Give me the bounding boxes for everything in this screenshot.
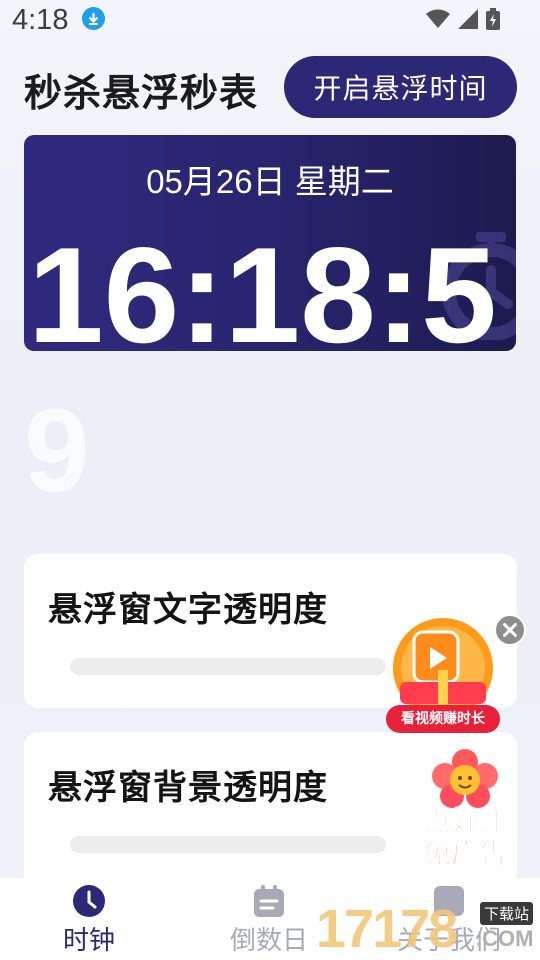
watch-video-label: 看视频赚时长 <box>401 711 485 727</box>
background-opacity-slider[interactable] <box>70 836 386 853</box>
tab-clock-label: 时钟 <box>62 926 115 956</box>
clock-date: 05月26日 星期二 <box>146 163 394 200</box>
good-review-ad[interactable]: 点好评 免广告 <box>416 748 514 872</box>
review-line-1: 点好评 <box>422 805 507 838</box>
tab-countdown-label: 倒数日 <box>229 926 308 956</box>
wifi-icon <box>426 9 450 28</box>
status-icons <box>426 8 500 30</box>
review-line-2: 免广告 <box>422 837 507 870</box>
close-icon <box>503 623 517 637</box>
watch-video-ad[interactable]: 看视频赚时长 <box>386 614 500 736</box>
watermark-tag: 下载站 <box>480 902 534 925</box>
clock-card: 05月26日 星期二 16:18:5 <box>24 135 516 351</box>
clock-time: 16:18:5 <box>28 219 497 351</box>
clock-time-overflow: 9 <box>24 385 90 517</box>
text-opacity-title: 悬浮窗文字透明度 <box>48 590 328 630</box>
calendar-icon <box>254 885 284 917</box>
watermark-number: 17178 <box>316 899 458 959</box>
watermark-domain: .COM <box>476 926 534 951</box>
tab-countdown[interactable]: 倒数日 <box>214 878 324 960</box>
status-time: 4:18 <box>12 4 69 36</box>
status-bar: 4:18 <box>0 0 540 44</box>
flower-icon <box>432 749 498 808</box>
download-icon <box>82 7 105 30</box>
clock-icon <box>73 885 105 917</box>
site-watermark: 17178 下载站 .COM <box>316 896 540 960</box>
enable-float-time-button[interactable]: 开启悬浮时间 <box>284 56 517 118</box>
cell-signal-icon <box>458 9 478 29</box>
battery-charging-icon <box>486 8 500 30</box>
tab-clock[interactable]: 时钟 <box>34 878 144 960</box>
app-title: 秒杀悬浮秒表 <box>24 71 259 115</box>
close-ad-button[interactable] <box>494 614 526 646</box>
background-opacity-title: 悬浮窗背景透明度 <box>48 768 328 808</box>
text-opacity-slider[interactable] <box>70 658 386 675</box>
